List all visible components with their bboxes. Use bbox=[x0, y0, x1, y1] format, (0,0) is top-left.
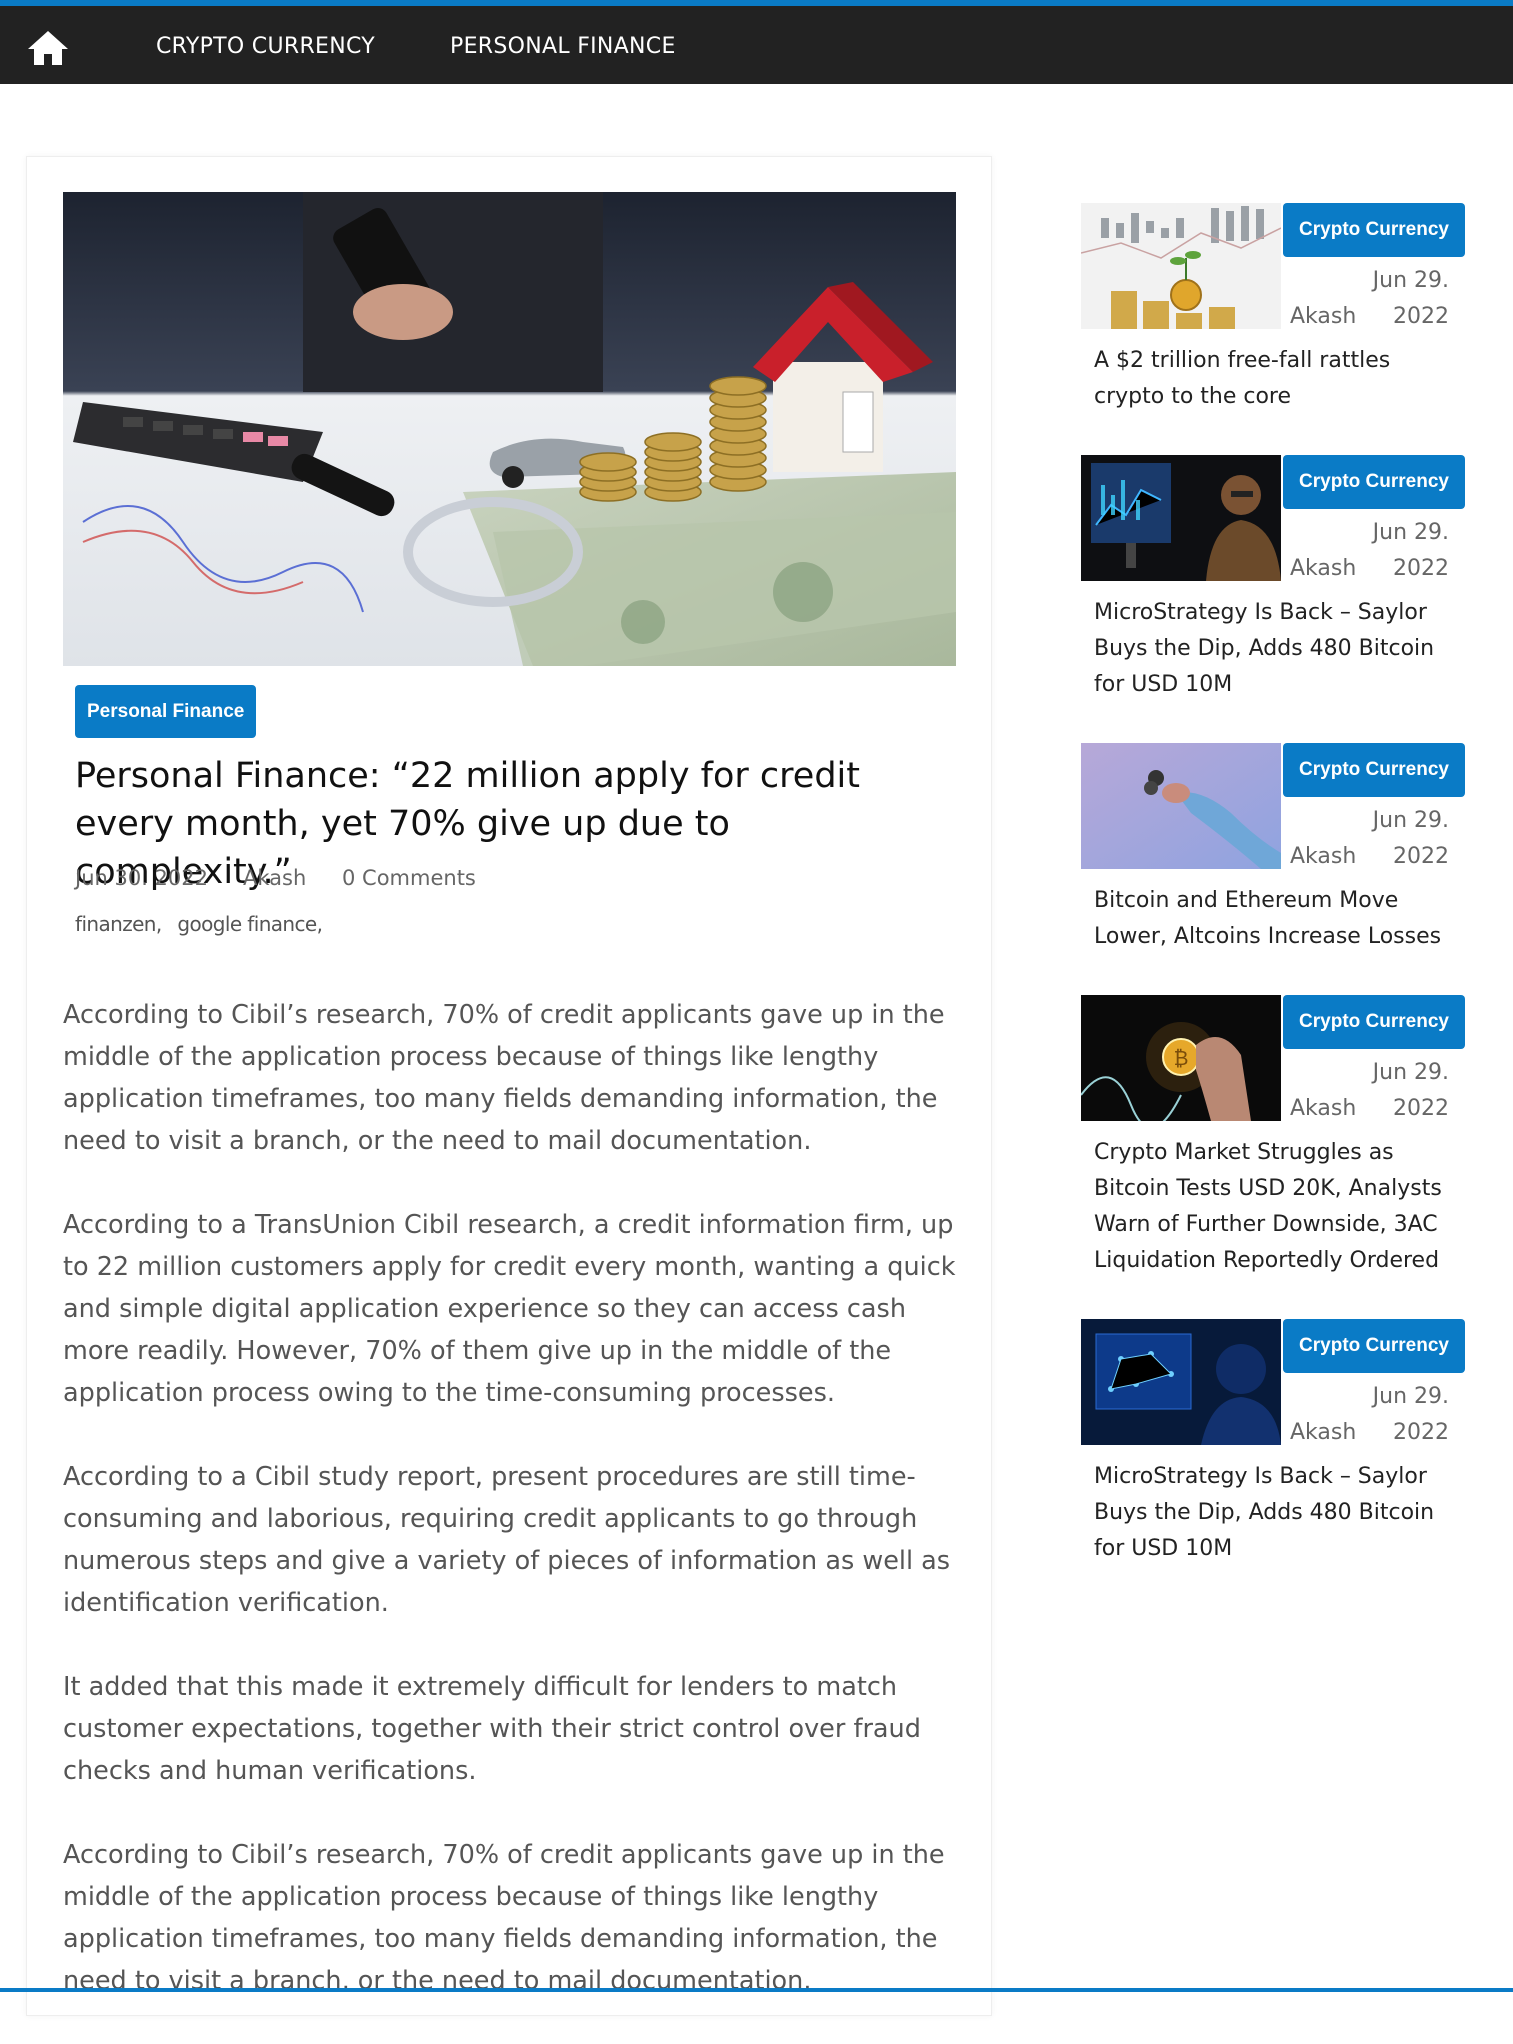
category-badge-crypto-currency[interactable]: Crypto Currency bbox=[1283, 1319, 1465, 1373]
category-badge-crypto-currency[interactable]: Crypto Currency bbox=[1283, 995, 1465, 1049]
svg-text:₿: ₿ bbox=[1174, 1046, 1189, 1070]
nav-crypto-currency[interactable]: CRYPTO CURRENCY bbox=[156, 34, 375, 59]
category-badge-personal-finance[interactable]: Personal Finance bbox=[75, 685, 257, 738]
tag-link[interactable]: google finance, bbox=[177, 912, 323, 936]
post-date: Jun 29. 2022 bbox=[1372, 808, 1449, 869]
post-date: Jun 29. 2022 bbox=[1372, 268, 1449, 329]
post-author[interactable]: Akash bbox=[1290, 839, 1356, 875]
sidebar-post: Crypto Currency Jun 29. 2022 Akash Bitco… bbox=[1081, 743, 1466, 973]
category-badge-crypto-currency[interactable]: Crypto Currency bbox=[1283, 455, 1465, 509]
category-badge-crypto-currency[interactable]: Crypto Currency bbox=[1283, 203, 1465, 257]
article-author[interactable]: Akash bbox=[243, 866, 306, 890]
hand-coin-thumbnail[interactable] bbox=[1081, 743, 1281, 869]
article-paragraph: According to Cibil’s research, 70% of cr… bbox=[63, 1840, 945, 1996]
article-paragraph: It added that this made it extremely dif… bbox=[63, 1672, 921, 1786]
sidebar-post: ₿ Crypto Currency Jun 29. 2022 Akash Cry… bbox=[1081, 995, 1466, 1295]
post-author[interactable]: Akash bbox=[1290, 551, 1356, 587]
top-navbar: CRYPTO CURRENCY PERSONAL FINANCE bbox=[0, 6, 1513, 84]
post-author[interactable]: Akash bbox=[1290, 1091, 1356, 1127]
home-icon[interactable] bbox=[26, 28, 70, 68]
post-title-link[interactable]: MicroStrategy Is Back – Saylor Buys the … bbox=[1094, 1459, 1464, 1567]
article-tags: finanzen, google finance, bbox=[75, 912, 332, 936]
article-paragraph: According to a Cibil study report, prese… bbox=[63, 1462, 951, 1618]
post-title-link[interactable]: A $2 trillion free-fall rattles crypto t… bbox=[1094, 343, 1464, 415]
network-screen-thumbnail[interactable] bbox=[1081, 1319, 1281, 1445]
sidebar-post: Crypto Currency Jun 29. 2022 Akash A $2 … bbox=[1081, 203, 1466, 433]
sidebar-post: Crypto Currency Jun 29. 2022 Akash Micro… bbox=[1081, 455, 1466, 715]
post-date: Jun 29. 2022 bbox=[1372, 1384, 1449, 1445]
sidebar-post: Crypto Currency Jun 29. 2022 Akash Micro… bbox=[1081, 1319, 1466, 1579]
bitcoin-glow-thumbnail[interactable]: ₿ bbox=[1081, 995, 1281, 1121]
post-date: Jun 29. 2022 bbox=[1372, 520, 1449, 581]
finance-hero-image bbox=[63, 192, 956, 666]
category-badge-crypto-currency[interactable]: Crypto Currency bbox=[1283, 743, 1465, 797]
nav-personal-finance[interactable]: PERSONAL FINANCE bbox=[450, 34, 676, 59]
post-title-link[interactable]: Bitcoin and Ethereum Move Lower, Altcoin… bbox=[1094, 883, 1464, 955]
post-title-link[interactable]: Crypto Market Struggles as Bitcoin Tests… bbox=[1094, 1135, 1464, 1279]
post-author[interactable]: Akash bbox=[1290, 299, 1356, 335]
bottom-accent-bar bbox=[0, 1988, 1513, 1992]
article-paragraph: According to Cibil’s research, 70% of cr… bbox=[63, 1000, 945, 1156]
post-title-link[interactable]: MicroStrategy Is Back – Saylor Buys the … bbox=[1094, 595, 1464, 703]
article-body: According to Cibil’s research, 70% of cr… bbox=[63, 994, 963, 2044]
post-date: Jun 29. 2022 bbox=[1372, 1060, 1449, 1121]
post-author[interactable]: Akash bbox=[1290, 1415, 1356, 1451]
article-paragraph: According to a TransUnion Cibil research… bbox=[63, 1210, 956, 1408]
trader-monitor-thumbnail[interactable] bbox=[1081, 455, 1281, 581]
article-comments-link[interactable]: 0 Comments bbox=[342, 866, 476, 890]
bitcoin-chart-thumbnail[interactable] bbox=[1081, 203, 1281, 329]
article-date: Jun 30. 2022 bbox=[75, 866, 209, 890]
tag-link[interactable]: finanzen, bbox=[75, 912, 162, 936]
